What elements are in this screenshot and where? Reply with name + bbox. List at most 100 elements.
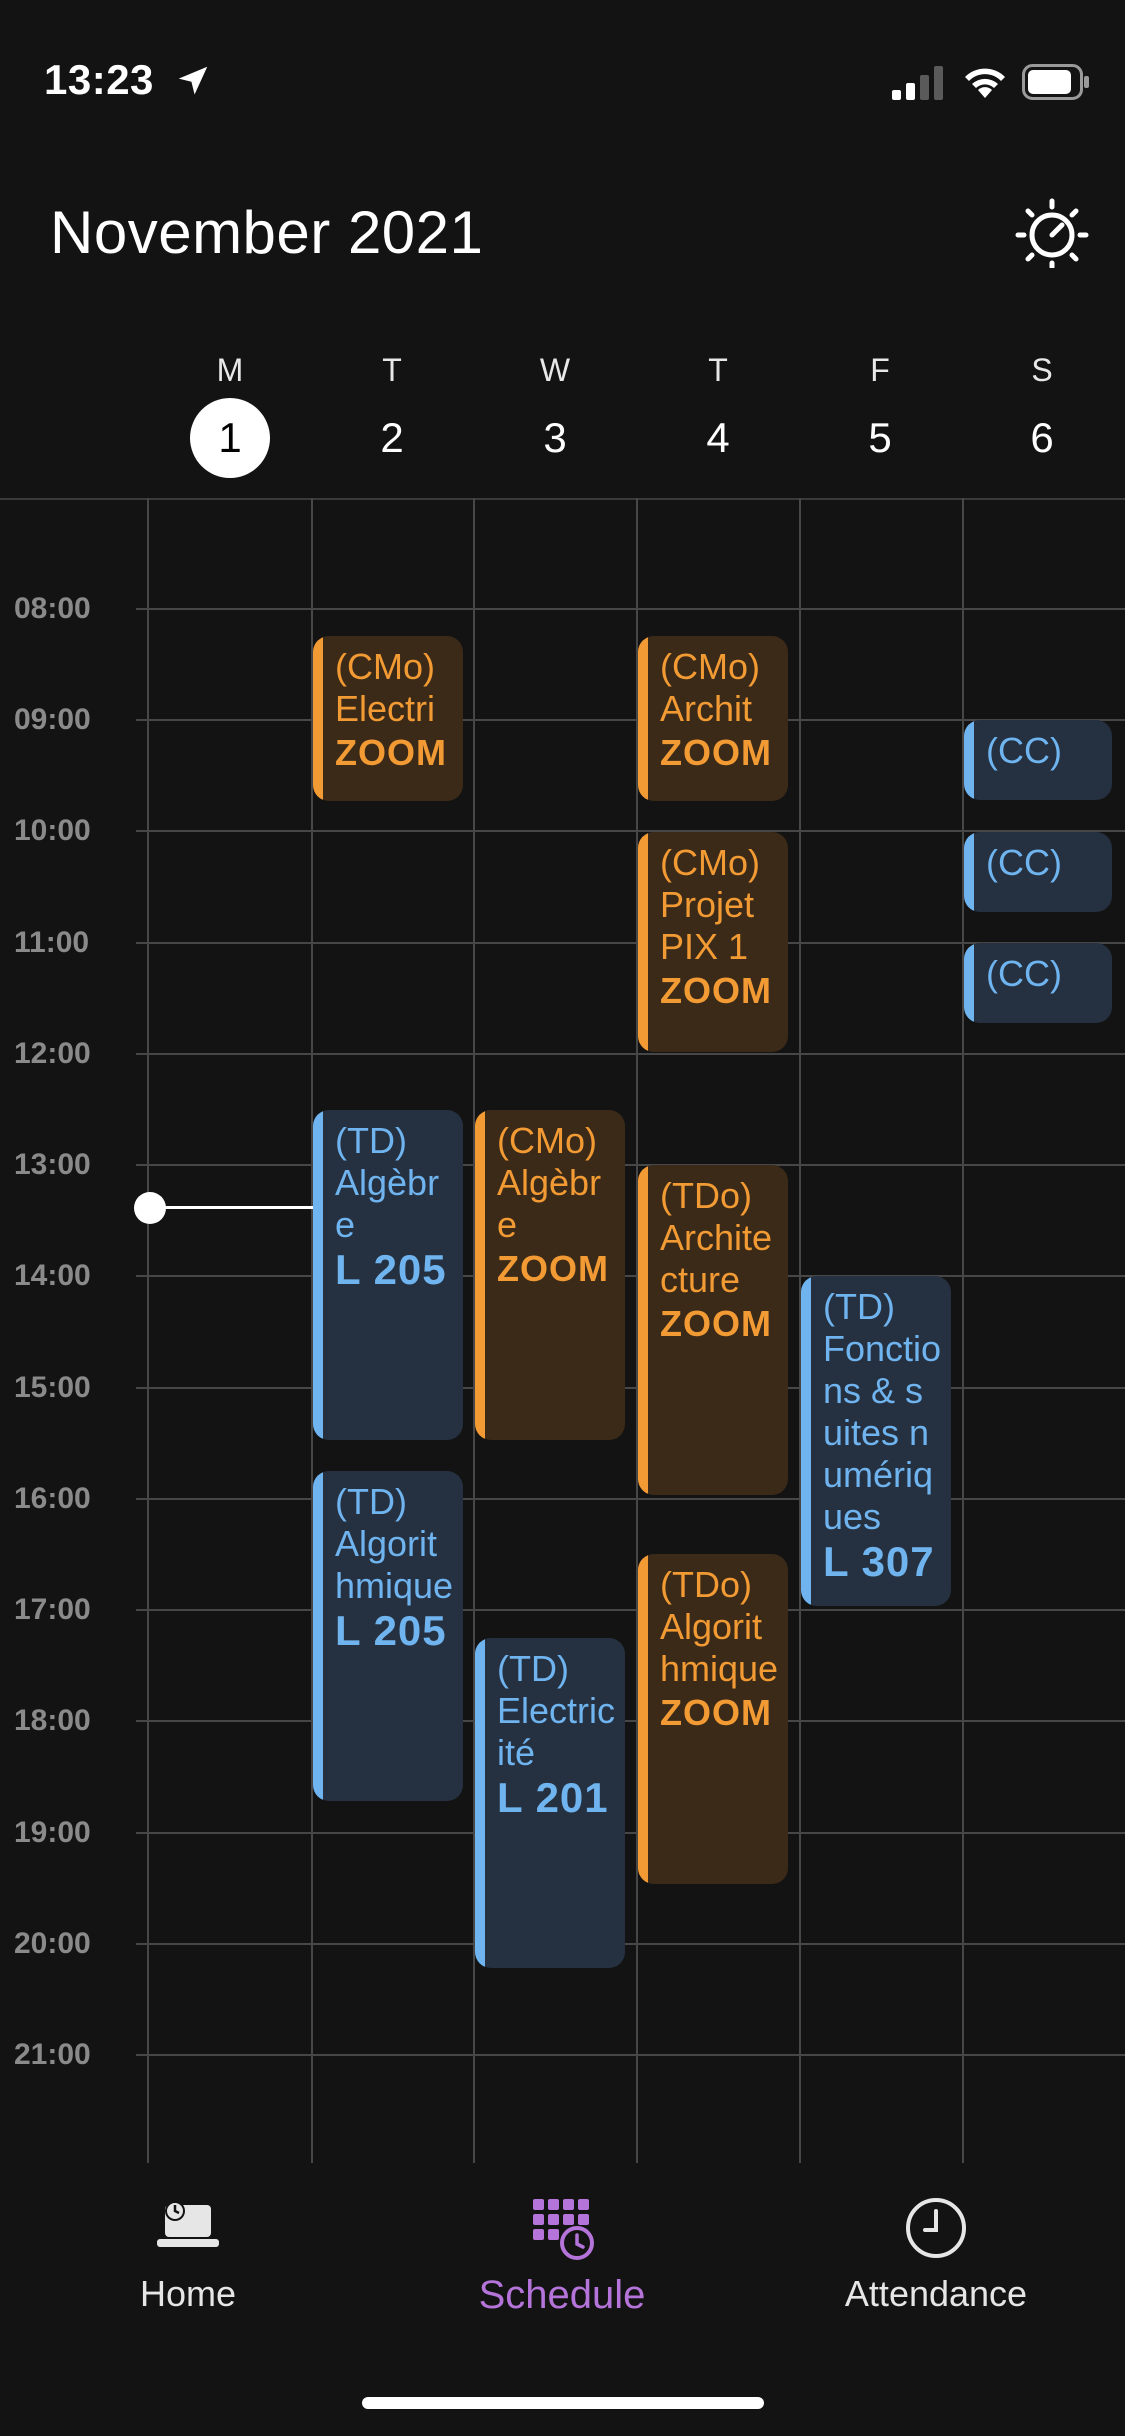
- time-label: 13:00: [14, 1148, 91, 1181]
- event-room: L 307: [823, 1538, 935, 1585]
- day-number-fri[interactable]: 5: [840, 398, 920, 478]
- time-label: 14:00: [14, 1259, 91, 1292]
- event-tue-td-algorithmique[interactable]: (TD) Algorithmique L 205: [313, 1471, 463, 1801]
- nav-home[interactable]: Home: [68, 2193, 308, 2315]
- day-letter-thu: T: [708, 352, 728, 388]
- current-time-line: [148, 1206, 313, 1209]
- day-letter-sat: S: [1031, 352, 1053, 388]
- event-room: L 205: [335, 1607, 447, 1654]
- event-accent-bar: [964, 720, 974, 800]
- hour-line: [136, 1164, 1125, 1166]
- event-accent-bar: [638, 1165, 648, 1495]
- month-title: November 2021: [50, 199, 484, 266]
- event-type: (CC): [986, 730, 1062, 771]
- nav-attendance[interactable]: Attendance: [816, 2193, 1056, 2315]
- event-accent-bar: [638, 1554, 648, 1884]
- event-wed-td-electricite[interactable]: (TD) Electricité L 201: [475, 1638, 625, 1968]
- event-room: L 201: [497, 1774, 609, 1821]
- event-name: Algorithmique: [335, 1523, 454, 1606]
- hour-line: [136, 1832, 1125, 1834]
- event-name: Electri: [335, 688, 436, 729]
- day-letter-fri: F: [870, 352, 890, 388]
- hour-line: [136, 1609, 1125, 1611]
- event-name: Archit: [660, 688, 753, 729]
- signal-icon: [892, 66, 943, 100]
- event-sat-cc-3[interactable]: (CC): [964, 943, 1112, 1023]
- day-number-sat[interactable]: 6: [1002, 398, 1082, 478]
- event-fri-td-fonctions[interactable]: (TD) Fonctions & suites numériques L 307: [801, 1276, 951, 1606]
- day-number-thu[interactable]: 4: [678, 398, 758, 478]
- time-label: 11:00: [14, 926, 90, 959]
- home-indicator: [362, 2397, 764, 2409]
- hour-line: [136, 1943, 1125, 1945]
- nav-attendance-label: Attendance: [844, 2273, 1028, 2314]
- event-accent-bar: [313, 636, 323, 801]
- event-tue-td-algebre[interactable]: (TD) Algèbre L 205: [313, 1110, 463, 1440]
- home-laptop-icon: [157, 2201, 219, 2247]
- event-type: (TDo): [660, 1175, 752, 1216]
- event-type: (CC): [986, 953, 1062, 994]
- event-thu-cmo-archit[interactable]: (CMo) Archit ZOOM: [638, 636, 788, 801]
- event-thu-tdo-architecture[interactable]: (TDo) Architecture ZOOM: [638, 1165, 788, 1495]
- event-type: (TD): [335, 1120, 407, 1161]
- event-sat-cc-2[interactable]: (CC): [964, 832, 1112, 912]
- location-arrow-icon: [178, 66, 208, 95]
- event-room: ZOOM: [660, 1692, 772, 1733]
- event-accent-bar: [638, 636, 648, 801]
- status-time: 13:23: [44, 56, 154, 103]
- hour-line: [136, 2054, 1125, 2056]
- event-accent-bar: [964, 832, 974, 912]
- time-label: 15:00: [14, 1371, 91, 1404]
- day-number-mon[interactable]: 1: [190, 398, 270, 478]
- hour-line: [136, 1498, 1125, 1500]
- time-label: 12:00: [14, 1037, 91, 1070]
- event-thu-tdo-algorithmique[interactable]: (TDo) Algorithmique ZOOM: [638, 1554, 788, 1884]
- time-label: 21:00: [14, 2038, 91, 2071]
- hour-line: [136, 1275, 1125, 1277]
- grid-column-line: [147, 498, 149, 2163]
- time-label: 20:00: [14, 1927, 91, 1960]
- event-name: Projet PIX 1: [660, 884, 755, 967]
- day-letter-tue: T: [382, 352, 402, 388]
- event-wed-cmo-algebre[interactable]: (CMo) Algèbre ZOOM: [475, 1110, 625, 1440]
- event-type: (CC): [986, 842, 1062, 883]
- hour-line: [136, 608, 1125, 610]
- event-name: Algèbre: [497, 1162, 602, 1245]
- event-room: ZOOM: [660, 732, 772, 773]
- event-name: Architecture: [660, 1217, 773, 1300]
- event-type: (TD): [497, 1648, 569, 1689]
- event-type: (TD): [823, 1286, 895, 1327]
- event-accent-bar: [801, 1276, 811, 1606]
- settings-icon[interactable]: [1012, 198, 1092, 268]
- bottom-nav: Home Schedule Attendance: [0, 2163, 1125, 2436]
- status-bar: 13:23: [0, 0, 1125, 150]
- event-thu-cmo-projet[interactable]: (CMo) Projet PIX 1 ZOOM: [638, 832, 788, 1052]
- event-type: (TD): [335, 1481, 407, 1522]
- day-letter-mon: M: [216, 352, 244, 388]
- time-label: 09:00: [14, 703, 91, 736]
- event-type: (CMo): [497, 1120, 597, 1161]
- attendance-clock-icon: [906, 2198, 966, 2258]
- event-sat-cc-1[interactable]: (CC): [964, 720, 1112, 800]
- time-label: 08:00: [14, 592, 91, 625]
- time-label: 10:00: [14, 814, 91, 847]
- day-number-wed[interactable]: 3: [515, 398, 595, 478]
- battery-icon: [1022, 64, 1089, 100]
- time-label: 17:00: [14, 1593, 91, 1626]
- event-accent-bar: [638, 832, 648, 1052]
- event-accent-bar: [313, 1110, 323, 1440]
- time-label: 18:00: [14, 1704, 91, 1737]
- event-name: Algorithmique: [660, 1606, 779, 1689]
- event-accent-bar: [475, 1638, 485, 1968]
- nav-schedule[interactable]: Schedule: [442, 2193, 682, 2318]
- event-tue-cmo-electri[interactable]: (CMo) Electri ZOOM: [313, 636, 463, 801]
- event-name: Algèbre: [335, 1162, 440, 1245]
- wifi-icon: [965, 68, 1005, 98]
- hour-line: [136, 1387, 1125, 1389]
- hour-line: [136, 1053, 1125, 1055]
- event-room: ZOOM: [660, 1303, 772, 1344]
- day-number-tue[interactable]: 2: [352, 398, 432, 478]
- event-type: (TDo): [660, 1564, 752, 1605]
- event-room: L 205: [335, 1246, 447, 1293]
- nav-schedule-label: Schedule: [478, 2273, 646, 2317]
